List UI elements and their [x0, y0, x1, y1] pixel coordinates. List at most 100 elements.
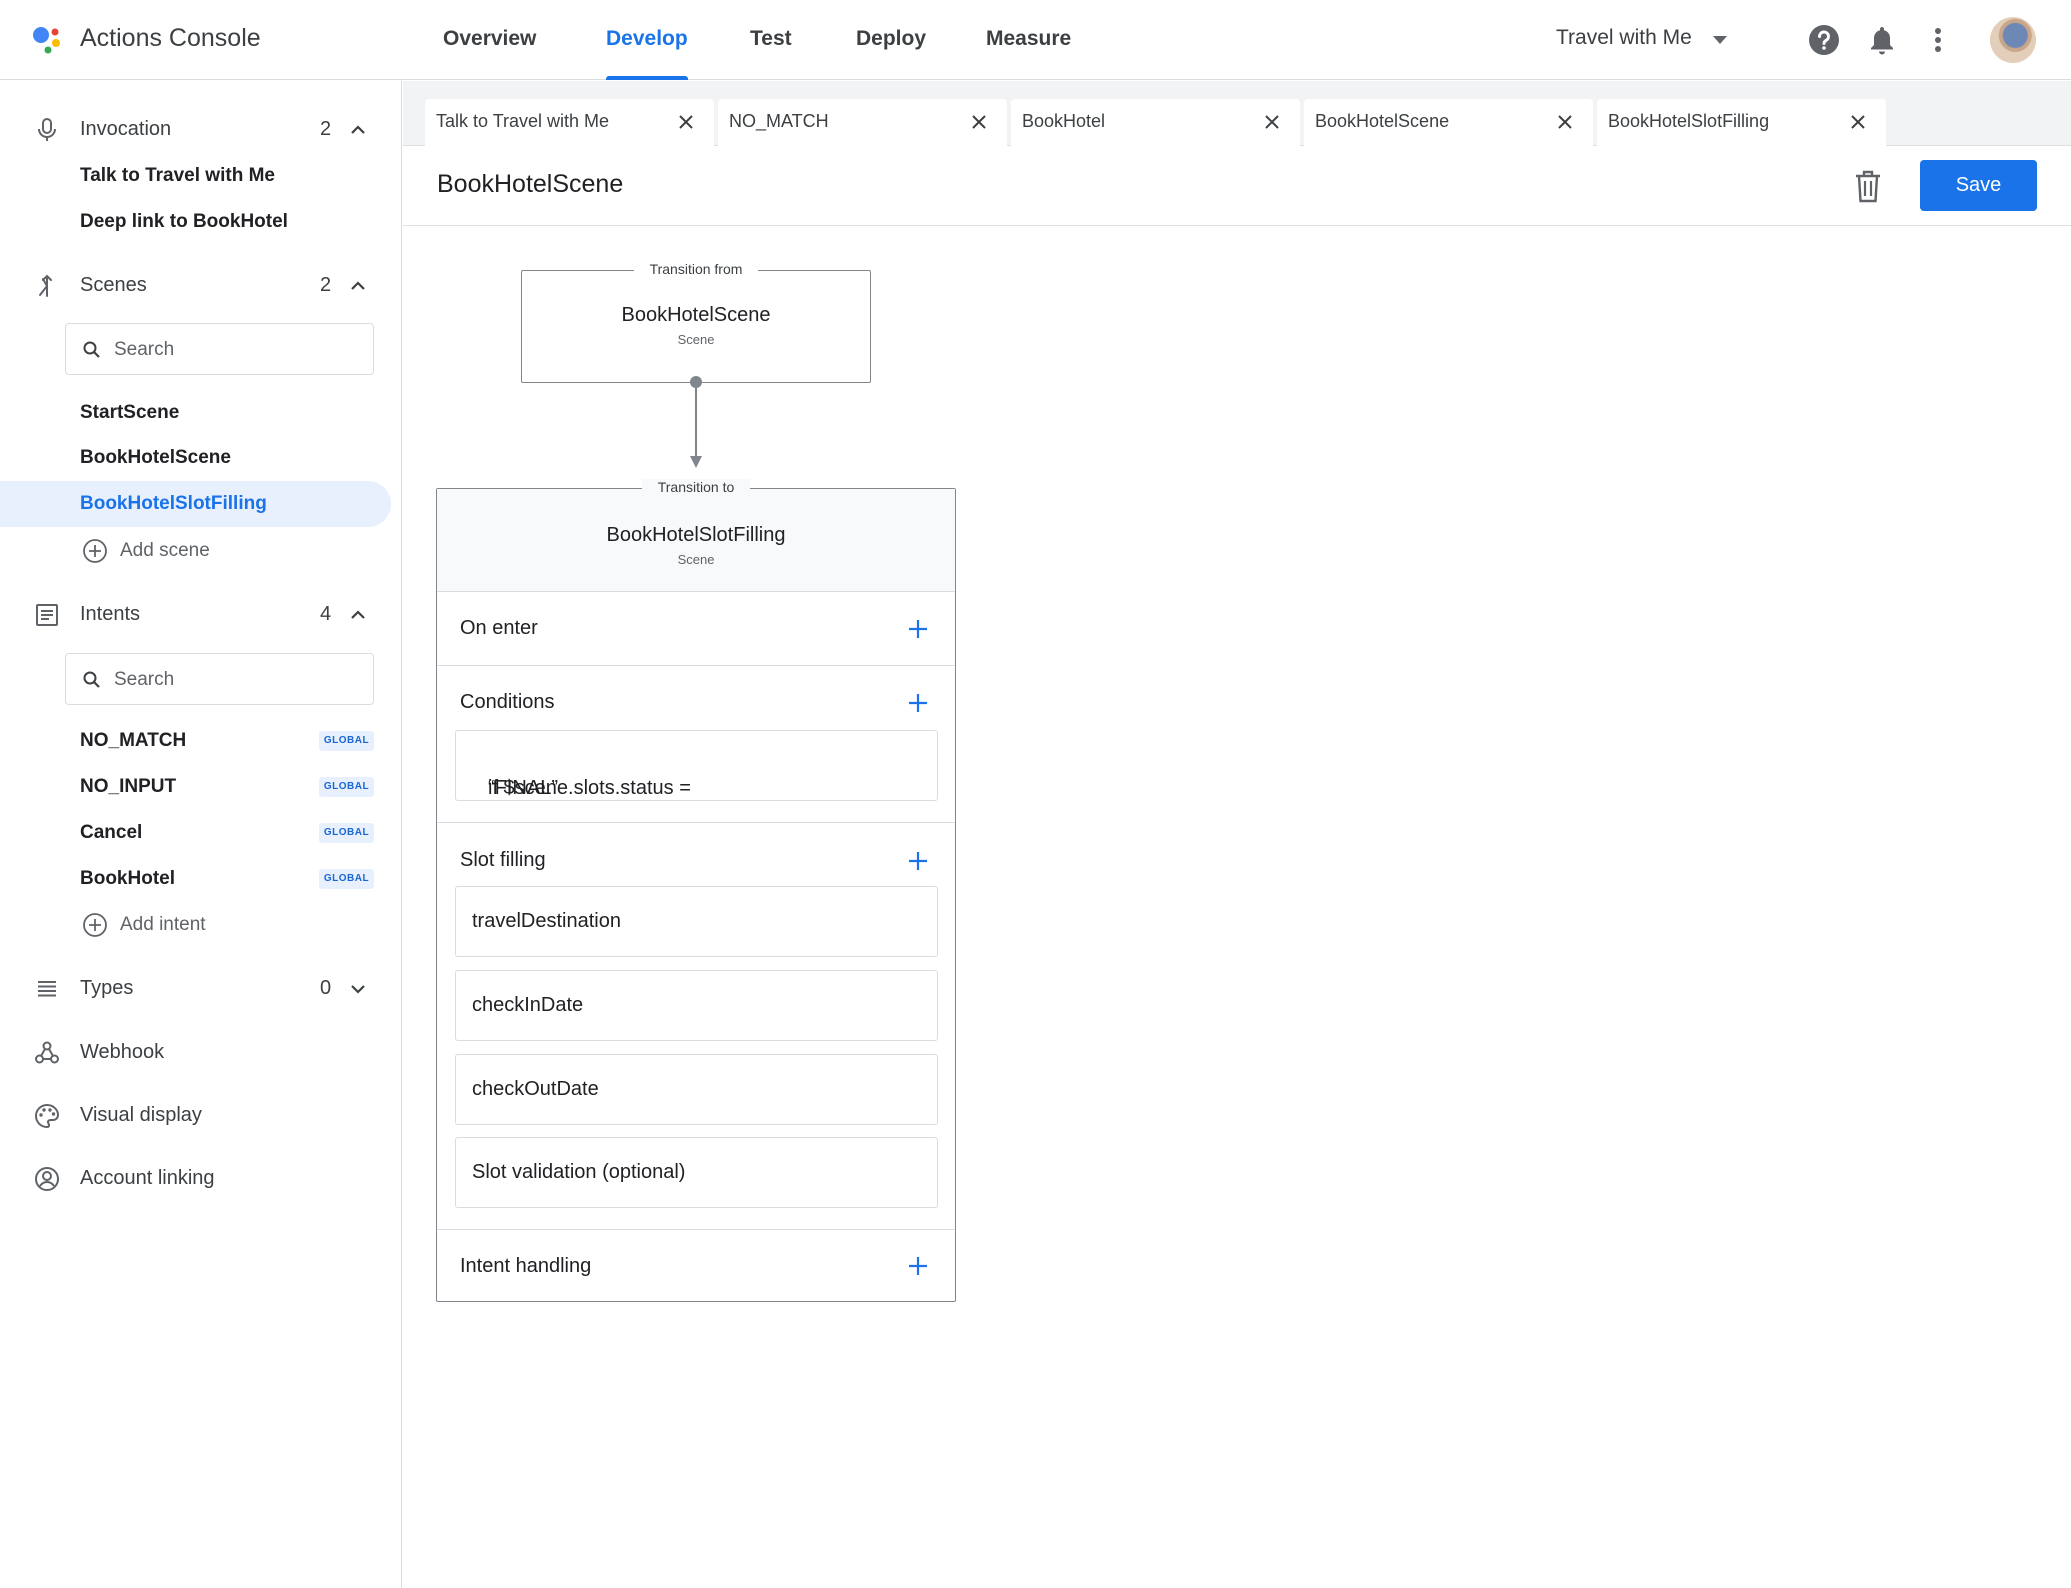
search-icon — [83, 341, 100, 358]
add-scene-label: Add scene — [120, 540, 210, 561]
add-plus-icon[interactable] — [907, 850, 929, 872]
scenes-search-input[interactable] — [114, 336, 354, 364]
close-icon[interactable] — [1263, 113, 1281, 131]
section-count: 4 — [320, 603, 332, 625]
global-badge: GLOBAL — [319, 869, 374, 889]
nav-tab-develop[interactable]: Develop — [606, 27, 688, 51]
conditions-label: Conditions — [460, 691, 555, 713]
account-circle-icon — [35, 1167, 59, 1191]
nav-tab-deploy[interactable]: Deploy — [856, 27, 926, 51]
add-circle-icon — [83, 539, 107, 563]
transition-from-card[interactable]: Transition from BookHotelScene Scene — [521, 261, 871, 383]
sidebar-item-no-input[interactable]: NO_INPUT — [80, 776, 176, 798]
condition-field[interactable]: if $scene.slots.status = “FINAL” — [455, 730, 938, 801]
slot-filling-label: Slot filling — [460, 849, 546, 871]
sidebar-section-account-linking[interactable]: Account linking — [0, 1159, 402, 1199]
slot-filling-section: Slot filling travelDestination checkInDa… — [437, 823, 955, 1230]
webhook-icon — [35, 1041, 59, 1064]
slot-name: checkInDate — [472, 994, 584, 1016]
notifications-bell-icon[interactable] — [1866, 24, 1898, 56]
sidebar-section-types[interactable]: Types 0 — [0, 969, 402, 1009]
sidebar-section-label: Account linking — [80, 1167, 215, 1189]
search-icon — [83, 671, 100, 688]
add-plus-icon[interactable] — [907, 1255, 929, 1277]
sidebar-section-label: Webhook — [80, 1041, 165, 1063]
page-title: BookHotelScene — [437, 170, 624, 198]
transition-arrow — [690, 376, 702, 468]
global-badge: GLOBAL — [319, 823, 374, 843]
intents-search-input[interactable] — [114, 666, 354, 694]
types-lines-icon — [38, 981, 56, 997]
sidebar: Invocation 2 Talk to Travel with Me Deep… — [0, 81, 402, 1588]
sidebar-section-webhook[interactable]: Webhook — [0, 1033, 402, 1073]
transition-to-legend: Transition to — [437, 479, 955, 497]
section-count: 2 — [320, 274, 332, 296]
sidebar-item-no-match[interactable]: NO_MATCH — [80, 730, 186, 752]
nav-tab-test[interactable]: Test — [750, 27, 792, 51]
nav-tab-overview[interactable]: Overview — [443, 27, 536, 51]
add-plus-icon[interactable] — [907, 618, 929, 640]
transition-from-legend: Transition from — [522, 261, 870, 279]
close-icon[interactable] — [970, 113, 988, 131]
slot-field-check-out-date[interactable]: checkOutDate — [455, 1054, 938, 1125]
add-intent-label: Add intent — [120, 914, 206, 935]
sidebar-section-visual-display[interactable]: Visual display — [0, 1096, 402, 1136]
delete-trash-icon[interactable] — [1852, 168, 1884, 204]
chevron-up-icon[interactable] — [348, 276, 368, 296]
editor-tab-no-match[interactable]: NO_MATCH — [718, 99, 1007, 146]
active-tab-indicator — [606, 76, 688, 80]
chevron-down-icon[interactable] — [348, 979, 368, 999]
sidebar-section-label: Scenes — [80, 274, 147, 296]
slot-field-travel-destination[interactable]: travelDestination — [455, 886, 938, 957]
on-enter-label: On enter — [460, 617, 538, 639]
sidebar-section-label: Invocation — [80, 118, 172, 140]
intents-search-box[interactable] — [65, 653, 374, 705]
slot-validation-field[interactable]: Slot validation (optional) — [455, 1137, 938, 1208]
sidebar-section-label: Intents — [80, 603, 141, 625]
nav-tab-measure[interactable]: Measure — [986, 27, 1071, 51]
sidebar-section-intents[interactable]: Intents 4 — [0, 595, 402, 635]
editor-tab-bookhotel[interactable]: BookHotel — [1011, 99, 1300, 146]
chevron-up-icon[interactable] — [348, 605, 368, 625]
editor-tab-label: Talk to Travel with Me — [436, 111, 610, 131]
sidebar-item-talk-to-travel[interactable]: Talk to Travel with Me — [80, 165, 275, 187]
slot-field-check-in-date[interactable]: checkInDate — [455, 970, 938, 1041]
caret-down-icon[interactable] — [1713, 36, 1727, 44]
sidebar-section-label: Visual display — [80, 1104, 202, 1126]
global-badge: GLOBAL — [319, 777, 374, 797]
add-plus-icon[interactable] — [907, 692, 929, 714]
editor-tab-talk-to-travel[interactable]: Talk to Travel with Me — [425, 99, 714, 146]
more-vert-icon[interactable] — [1922, 24, 1954, 56]
editor-tab-bookhotelslotfilling[interactable]: BookHotelSlotFilling — [1597, 99, 1886, 146]
save-button[interactable]: Save — [1920, 160, 2037, 211]
editor-tab-label: BookHotelSlotFilling — [1608, 111, 1770, 131]
sidebar-item-bookhotelscene[interactable]: BookHotelScene — [80, 447, 231, 469]
close-icon[interactable] — [1556, 113, 1574, 131]
global-badge: GLOBAL — [319, 731, 374, 751]
transition-to-scene-name: BookHotelSlotFilling — [606, 524, 786, 546]
transition-from-scene-name: BookHotelScene — [621, 304, 771, 326]
close-icon[interactable] — [677, 113, 695, 131]
palette-icon — [35, 1103, 60, 1129]
sidebar-item-deep-link[interactable]: Deep link to BookHotel — [80, 211, 288, 233]
sidebar-item-startscene[interactable]: StartScene — [80, 402, 179, 424]
transition-to-header[interactable]: Transition to BookHotelSlotFilling Scene — [437, 479, 955, 592]
close-icon[interactable] — [1849, 113, 1867, 131]
scenes-search-box[interactable] — [65, 323, 374, 375]
editor-tab-strip: Talk to Travel with Me NO_MATCH BookHote… — [403, 81, 2071, 146]
sidebar-section-scenes[interactable]: Scenes 2 — [0, 266, 402, 306]
sidebar-item-bookhotelslotfilling[interactable]: BookHotelSlotFilling — [80, 493, 267, 515]
slot-validation-label: Slot validation (optional) — [472, 1161, 686, 1183]
transition-to-card: Transition to BookHotelSlotFilling Scene… — [436, 479, 956, 1302]
sidebar-item-bookhotel[interactable]: BookHotel — [80, 868, 175, 890]
user-avatar[interactable] — [1990, 17, 2036, 63]
project-selector[interactable]: Travel with Me — [1556, 26, 1692, 50]
app-title: Actions Console — [80, 24, 261, 52]
sidebar-item-cancel[interactable]: Cancel — [80, 822, 142, 844]
condition-value: “FINAL” — [488, 777, 558, 799]
help-icon[interactable] — [1808, 24, 1840, 56]
editor-tab-bookhotelscene[interactable]: BookHotelScene — [1304, 99, 1593, 146]
chevron-up-icon[interactable] — [348, 120, 368, 140]
intents-list-icon — [36, 604, 58, 626]
sidebar-section-invocation[interactable]: Invocation 2 — [0, 110, 402, 150]
